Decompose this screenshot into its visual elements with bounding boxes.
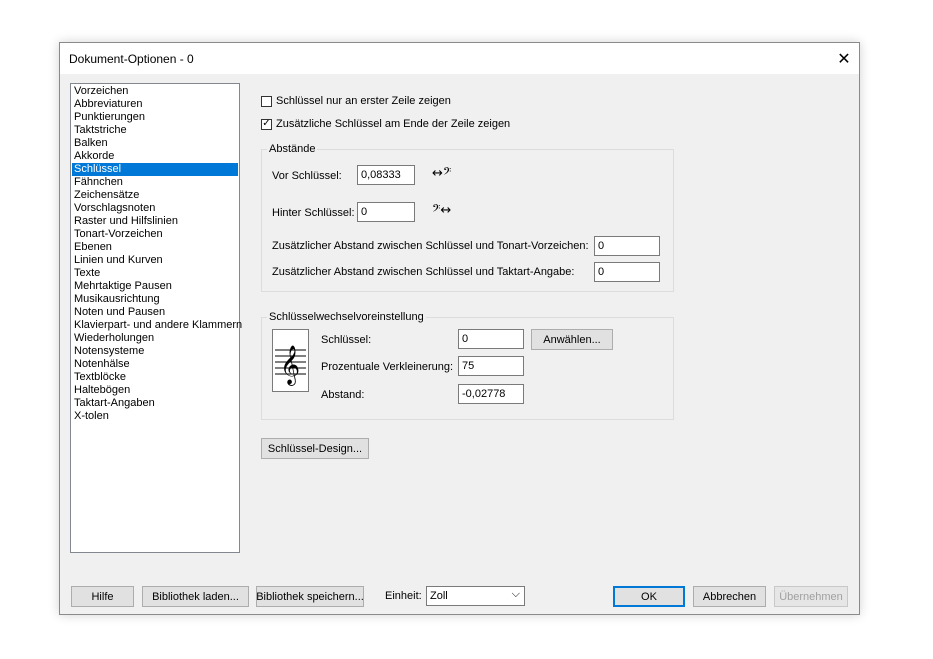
clef-design-button[interactable]: Schlüssel-Design... [261, 438, 369, 459]
clef-input[interactable]: 0 [458, 329, 524, 349]
key-signature-spacing-input[interactable]: 0 [594, 236, 660, 256]
category-item[interactable]: Wiederholungen [72, 332, 238, 345]
clef-label: Schlüssel: [321, 334, 372, 346]
category-item[interactable]: Schlüssel [72, 163, 238, 176]
load-library-button[interactable]: Bibliothek laden... [142, 586, 249, 607]
category-item[interactable]: Klavierpart- und andere Klammern [72, 319, 242, 332]
category-item[interactable]: Ebenen [72, 241, 238, 254]
category-item[interactable]: Zeichensätze [72, 189, 238, 202]
after-clef-input[interactable]: 0 [357, 202, 415, 222]
svg-text:𝄞: 𝄞 [280, 345, 300, 386]
treble-clef-icon: 𝄞 [275, 345, 306, 386]
category-item[interactable]: Noten und Pausen [72, 306, 238, 319]
apply-button[interactable]: Übernehmen [774, 586, 848, 607]
select-clef-button[interactable]: Anwählen... [531, 329, 613, 350]
category-item[interactable]: Haltebögen [72, 384, 238, 397]
before-clef-label: Vor Schlüssel: [272, 170, 342, 182]
end-of-line-label: Zusätzliche Schlüssel am Ende der Zeile … [276, 118, 511, 130]
category-item[interactable]: Textblöcke [72, 371, 238, 384]
category-item[interactable]: Akkorde [72, 150, 238, 163]
title-bar: Dokument-Optionen - 0 ✕ [60, 43, 859, 74]
chevron-down-icon[interactable]: ⌵ [512, 588, 520, 601]
unit-value: Zoll [430, 590, 448, 602]
category-item[interactable]: Punktierungen [72, 111, 238, 124]
unit-select[interactable]: Zoll ⌵ [426, 586, 525, 606]
document-options-dialog: Dokument-Optionen - 0 ✕ Vorzeichen Abbrev… [59, 42, 860, 615]
category-item[interactable]: Notensysteme [72, 345, 238, 358]
category-item[interactable]: Raster und Hilfslinien [72, 215, 238, 228]
category-item[interactable]: Mehrtaktige Pausen [72, 280, 238, 293]
end-of-line-checkbox[interactable]: ✓ [261, 118, 272, 130]
after-clef-label: Hinter Schlüssel: [272, 207, 355, 219]
category-item[interactable]: X-tolen [72, 410, 238, 423]
category-item[interactable]: Musikausrichtung [72, 293, 238, 306]
category-item[interactable]: Vorschlagsnoten [72, 202, 238, 215]
unit-label: Einheit: [385, 590, 422, 602]
category-item[interactable]: Tonart-Vorzeichen [72, 228, 238, 241]
before-clef-input[interactable]: 0,08333 [357, 165, 415, 185]
category-item[interactable]: Balken [72, 137, 238, 150]
cancel-button[interactable]: Abbrechen [693, 586, 766, 607]
save-library-button[interactable]: Bibliothek speichern... [256, 586, 364, 607]
category-item[interactable]: Notenhälse [72, 358, 238, 371]
end-of-line-option[interactable]: ✓ Zusätzliche Schlüssel am Ende der Zeil… [261, 118, 510, 130]
reduction-label: Prozentuale Verkleinerung: [321, 361, 454, 373]
category-item[interactable]: Linien und Kurven [72, 254, 238, 267]
category-item[interactable]: Abbreviaturen [72, 98, 238, 111]
space-after-clef-icon: 𝄢↔ [432, 203, 452, 218]
category-item[interactable]: Vorzeichen [72, 85, 238, 98]
first-line-only-checkbox[interactable] [261, 95, 272, 107]
clef-preview: 𝄞 [272, 329, 309, 392]
reduction-input[interactable]: 75 [458, 356, 524, 376]
window-title: Dokument-Optionen - 0 [69, 52, 194, 66]
category-item[interactable]: Taktart-Angaben [72, 397, 238, 410]
key-signature-spacing-label: Zusätzlicher Abstand zwischen Schlüssel … [272, 240, 589, 252]
time-signature-spacing-label: Zusätzlicher Abstand zwischen Schlüssel … [272, 266, 575, 278]
time-signature-spacing-input[interactable]: 0 [594, 262, 660, 282]
distance-label: Abstand: [321, 389, 365, 401]
first-line-only-label: Schlüssel nur an erster Zeile zeigen [276, 95, 451, 107]
ok-button[interactable]: OK [613, 586, 685, 607]
category-item[interactable]: Texte [72, 267, 238, 280]
category-item[interactable]: Taktstriche [72, 124, 238, 137]
close-icon[interactable]: ✕ [829, 43, 859, 74]
spacing-group-title: Abstände [267, 143, 318, 155]
first-line-only-option[interactable]: Schlüssel nur an erster Zeile zeigen [261, 95, 451, 107]
distance-input[interactable]: -0,02778 [458, 384, 524, 404]
clef-change-group-title: Schlüsselwechselvoreinstellung [267, 311, 426, 323]
category-list[interactable]: Vorzeichen Abbreviaturen Punktierungen Takt… [70, 83, 242, 553]
category-item[interactable]: Fähnchen [72, 176, 238, 189]
space-before-clef-icon: ↔𝄢 [432, 166, 452, 181]
help-button[interactable]: Hilfe [71, 586, 134, 607]
